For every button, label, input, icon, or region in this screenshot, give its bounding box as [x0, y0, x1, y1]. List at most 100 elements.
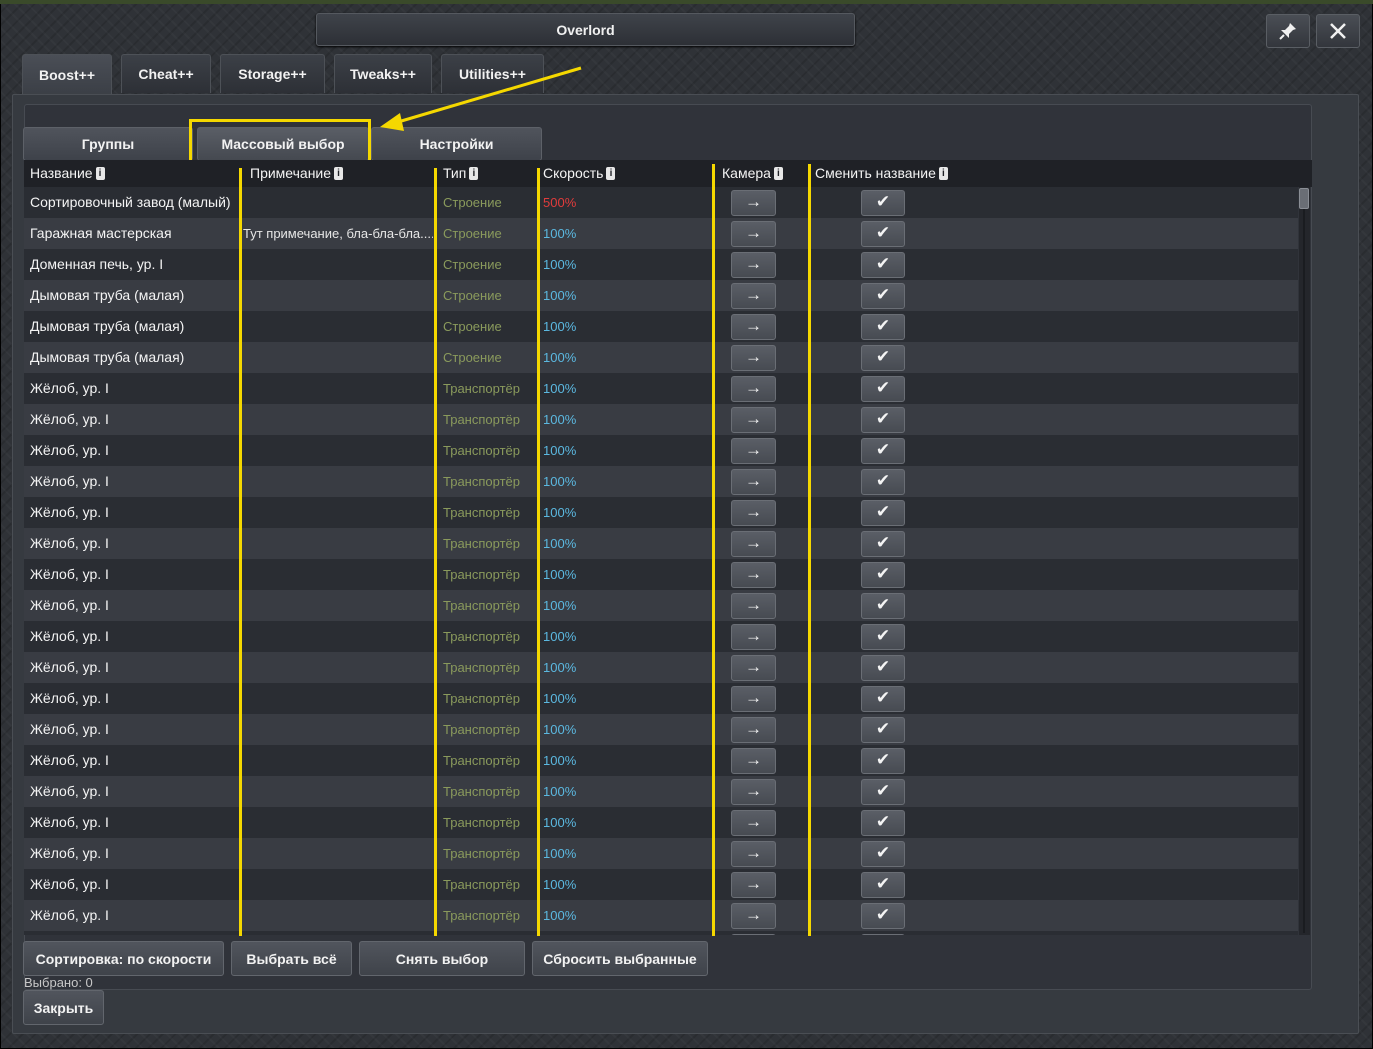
camera-arrow-button[interactable]: →	[731, 407, 776, 433]
table-row[interactable]: Жёлоб, ур. I Транспортёр 100% → ✔	[24, 652, 1298, 683]
camera-arrow-button[interactable]: →	[731, 748, 776, 774]
rename-check-button[interactable]: ✔	[861, 717, 905, 743]
sort-button[interactable]: Сортировка: по скорости	[23, 941, 224, 976]
camera-arrow-button[interactable]: →	[731, 903, 776, 929]
table-row[interactable]: Жёлоб, ур. I Транспортёр 100% → ✔	[24, 900, 1298, 931]
rename-check-button[interactable]: ✔	[861, 841, 905, 867]
table-row[interactable]: Жёлоб, ур. I Транспортёр 100% → ✔	[24, 714, 1298, 745]
subtab-settings[interactable]: Настройки	[371, 127, 542, 161]
tab-storage[interactable]: Storage++	[220, 54, 325, 93]
camera-arrow-button[interactable]: →	[731, 252, 776, 278]
camera-arrow-button[interactable]: →	[731, 562, 776, 588]
close-button[interactable]: Закрыть	[23, 990, 104, 1025]
rename-check-button[interactable]: ✔	[861, 779, 905, 805]
camera-arrow-button[interactable]: →	[731, 283, 776, 309]
rename-check-button[interactable]: ✔	[861, 221, 905, 247]
camera-arrow-button[interactable]	[731, 934, 776, 935]
row-type: Транспортёр	[443, 474, 520, 489]
row-name: Жёлоб, ур. I	[30, 659, 109, 675]
table-row[interactable]: Жёлоб, ур. I Транспортёр 100% → ✔	[24, 869, 1298, 900]
camera-arrow-button[interactable]: →	[731, 624, 776, 650]
camera-arrow-button[interactable]: →	[731, 314, 776, 340]
tab-boost[interactable]: Boost++	[22, 54, 112, 95]
table-row[interactable]: Жёлоб, ур. I Транспортёр 100% → ✔	[24, 590, 1298, 621]
close-window-button[interactable]	[1316, 14, 1360, 48]
table-row[interactable]: Жёлоб, ур. I Транспортёр 100% → ✔	[24, 838, 1298, 869]
rename-check-button[interactable]: ✔	[861, 469, 905, 495]
table-row[interactable]: Гаражная мастерская Тут примечание, бла-б…	[24, 218, 1298, 249]
rename-check-button[interactable]: ✔	[861, 376, 905, 402]
rename-check-button[interactable]: ✔	[861, 872, 905, 898]
info-icon[interactable]: i	[606, 166, 616, 180]
camera-arrow-button[interactable]: →	[731, 345, 776, 371]
camera-arrow-button[interactable]: →	[731, 593, 776, 619]
rename-check-button[interactable]: ✔	[861, 252, 905, 278]
scrollbar-thumb[interactable]	[1299, 188, 1309, 209]
annotation-column-divider	[712, 164, 715, 936]
table-row[interactable]: Жёлоб, ур. I Транспортёр 100% → ✔	[24, 404, 1298, 435]
camera-arrow-button[interactable]: →	[731, 438, 776, 464]
camera-arrow-button[interactable]: →	[731, 190, 776, 216]
pin-button[interactable]	[1266, 14, 1310, 48]
rename-check-button[interactable]: ✔	[861, 655, 905, 681]
rename-check-button[interactable]: ✔	[861, 314, 905, 340]
camera-arrow-button[interactable]: →	[731, 872, 776, 898]
rename-check-button[interactable]: ✔	[861, 810, 905, 836]
rename-check-button[interactable]: ✔	[861, 624, 905, 650]
rename-check-button[interactable]: ✔	[861, 407, 905, 433]
table-row[interactable]: Сортировочный завод (малый) Строение 500% →…	[24, 187, 1298, 218]
camera-arrow-button[interactable]: →	[731, 221, 776, 247]
table-row[interactable]: Жёлоб, ур. I Транспортёр 100% → ✔	[24, 559, 1298, 590]
table-row[interactable]: Жёлоб, ур. I Транспортёр 100% → ✔	[24, 683, 1298, 714]
subtab-groups[interactable]: Группы	[23, 127, 193, 161]
camera-arrow-button[interactable]: →	[731, 841, 776, 867]
deselect-button[interactable]: Снять выбор	[359, 941, 525, 976]
rename-check-button[interactable]: ✔	[861, 190, 905, 216]
camera-arrow-button[interactable]: →	[731, 655, 776, 681]
rename-check-button[interactable]: ✔	[861, 500, 905, 526]
info-icon[interactable]: i	[334, 166, 344, 180]
tab-utilities[interactable]: Utilities++	[441, 54, 544, 93]
tab-cheat[interactable]: Cheat++	[121, 54, 211, 93]
camera-arrow-button[interactable]: →	[731, 531, 776, 557]
rename-check-button[interactable]: ✔	[861, 562, 905, 588]
reset-selected-button[interactable]: Сбросить выбранные	[532, 941, 708, 976]
table-row[interactable]: Жёлоб, ур. I Транспортёр 100% → ✔	[24, 435, 1298, 466]
info-icon[interactable]: i	[469, 166, 479, 180]
rename-check-button[interactable]: ✔	[861, 593, 905, 619]
info-icon[interactable]: i	[938, 166, 948, 180]
camera-arrow-button[interactable]: →	[731, 717, 776, 743]
rename-check-button[interactable]: ✔	[861, 748, 905, 774]
table-row[interactable]: Жёлоб, ур. I Транспортёр 100% → ✔	[24, 621, 1298, 652]
table-row[interactable]: Дымовая труба (малая) Строение 100% → ✔	[24, 342, 1298, 373]
rename-check-button[interactable]: ✔	[861, 686, 905, 712]
table-row[interactable]: Дымовая труба (малая) Строение 100% → ✔	[24, 280, 1298, 311]
rename-check-button[interactable]: ✔	[861, 438, 905, 464]
camera-arrow-button[interactable]: →	[731, 500, 776, 526]
table-row[interactable]: Жёлоб, ур. I Транспортёр 100% → ✔	[24, 807, 1298, 838]
camera-arrow-button[interactable]: →	[731, 376, 776, 402]
rename-check-button[interactable]: ✔	[861, 531, 905, 557]
table-row[interactable]: Жёлоб, ур. I Транспортёр 100% → ✔	[24, 466, 1298, 497]
table-row[interactable]: Жёлоб, ур. I Транспортёр 100% → ✔	[24, 745, 1298, 776]
table-row[interactable]: Доменная печь, ур. I Строение 100% → ✔	[24, 249, 1298, 280]
select-all-button[interactable]: Выбрать всё	[231, 941, 352, 976]
rename-check-button[interactable]: ✔	[861, 903, 905, 929]
camera-arrow-button[interactable]: →	[731, 686, 776, 712]
camera-arrow-button[interactable]: →	[731, 779, 776, 805]
tab-tweaks[interactable]: Tweaks++	[334, 54, 432, 93]
row-name: Жёлоб, ур. I	[30, 473, 109, 489]
rename-check-button[interactable]	[861, 934, 905, 935]
table-row[interactable]: Жёлоб, ур. I Транспортёр 100% → ✔	[24, 373, 1298, 404]
rename-check-button[interactable]: ✔	[861, 283, 905, 309]
table-row[interactable]: Жёлоб, ур. I Транспортёр 100% → ✔	[24, 776, 1298, 807]
info-icon[interactable]: i	[95, 166, 105, 180]
table-row[interactable]: Жёлоб, ур. I Транспортёр 100% → ✔	[24, 528, 1298, 559]
info-icon[interactable]: i	[773, 166, 783, 180]
table-row[interactable]: Дымовая труба (малая) Строение 100% → ✔	[24, 311, 1298, 342]
camera-arrow-button[interactable]: →	[731, 810, 776, 836]
camera-arrow-button[interactable]: →	[731, 469, 776, 495]
row-type: Транспортёр	[443, 567, 520, 582]
table-row[interactable]: Жёлоб, ур. I Транспортёр 100% → ✔	[24, 497, 1298, 528]
rename-check-button[interactable]: ✔	[861, 345, 905, 371]
